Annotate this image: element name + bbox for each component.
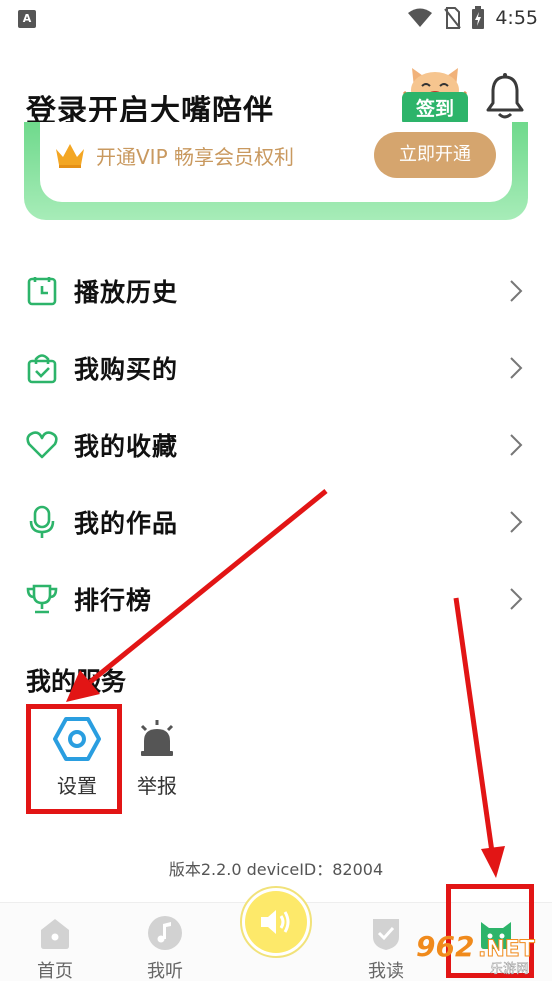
watermark-logo-icon: 962 .NET 乐游网	[416, 930, 535, 977]
svg-text:乐游网: 乐游网	[490, 962, 529, 976]
settings-highlight-box	[26, 704, 122, 814]
watermark: 962 .NET 乐游网	[414, 926, 548, 977]
svg-text:962: 962	[416, 930, 474, 963]
annotation-arrows	[66, 489, 505, 878]
svg-text:.NET: .NET	[478, 937, 535, 962]
